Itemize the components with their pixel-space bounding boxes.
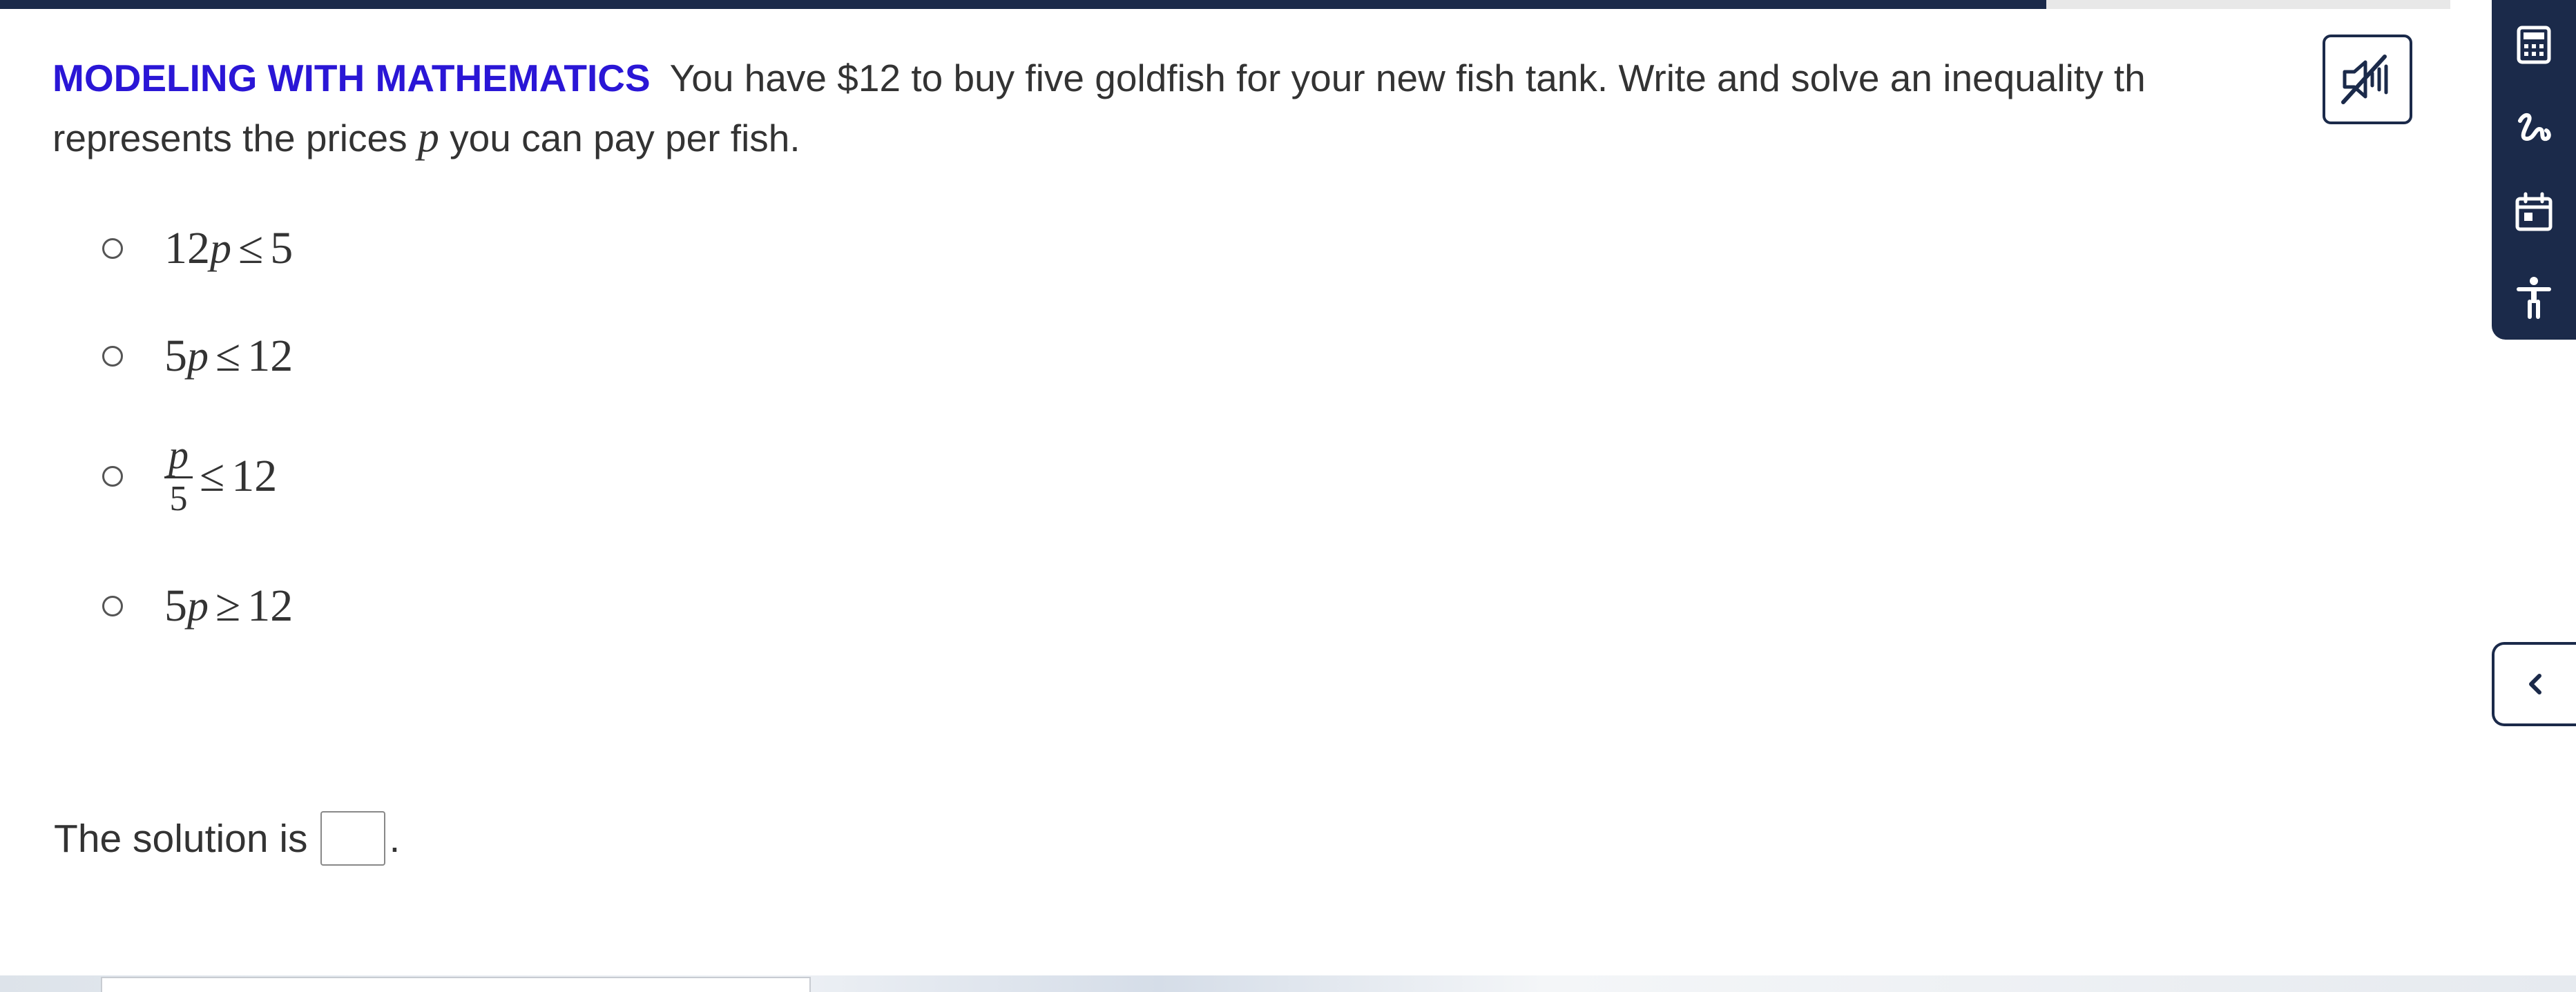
option-3-operator: ≤ [200, 450, 225, 501]
speaker-muted-icon [2341, 55, 2388, 104]
accessibility-icon [2517, 277, 2551, 319]
option-4-radio[interactable] [102, 596, 123, 616]
question-text: MODELING WITH MATHEMATICS You have $12 to… [52, 48, 2325, 168]
tools-sidebar [2492, 0, 2576, 340]
option-3-numerator: p [164, 435, 193, 478]
option-2-lhs: 5 [164, 331, 187, 381]
option-2-var: p [187, 332, 209, 380]
progress-bar [0, 0, 2450, 9]
option-3-fraction: p 5 [164, 435, 193, 517]
solution-period: . [389, 816, 401, 861]
option-3-denominator: 5 [169, 479, 188, 518]
solution-line: The solution is . [54, 811, 400, 866]
progress-bar-fill [0, 0, 2046, 9]
question-text-part3: you can pay per fish. [439, 117, 800, 159]
calculator-button[interactable] [2492, 3, 2576, 87]
option-4-lhs: 5 [164, 581, 187, 631]
option-1-operator: ≤ [238, 223, 264, 273]
question-label: MODELING WITH MATHEMATICS [52, 57, 651, 99]
option-1-lhs: 12 [164, 223, 210, 273]
calculator-icon [2517, 26, 2551, 64]
option-2-rhs: 12 [247, 331, 294, 381]
solution-answer-box[interactable] [320, 811, 385, 866]
question-text-part1: You have $12 to buy five goldfish for yo… [669, 57, 2146, 99]
option-3[interactable]: p 5 ≤12 [102, 435, 277, 517]
option-1-var: p [210, 224, 231, 272]
scribble-icon [2518, 113, 2551, 142]
solution-label: The solution is [54, 816, 308, 861]
option-2-radio[interactable] [102, 346, 123, 367]
option-1[interactable]: 12 p ≤5 [102, 222, 293, 275]
scribble-button[interactable] [2492, 86, 2576, 170]
option-4-rhs: 12 [247, 581, 294, 631]
option-4[interactable]: 5 p ≥12 [102, 580, 293, 632]
accessibility-button[interactable] [2492, 255, 2576, 340]
option-1-rhs: 5 [270, 223, 294, 273]
audio-toggle-button[interactable] [2323, 35, 2412, 124]
question-variable: p [417, 114, 439, 161]
collapse-panel-button[interactable] [2492, 642, 2576, 726]
option-3-radio[interactable] [102, 465, 123, 487]
footer-input-field[interactable] [101, 977, 811, 992]
option-4-operator: ≥ [215, 581, 241, 631]
option-2-operator: ≤ [215, 331, 241, 381]
question-text-part2: represents the prices [52, 117, 418, 159]
option-1-radio[interactable] [102, 238, 123, 259]
calendar-button[interactable] [2492, 170, 2576, 254]
chevron-left-icon [2529, 674, 2541, 694]
option-3-rhs: 12 [231, 450, 278, 501]
option-4-var: p [187, 582, 209, 630]
option-2[interactable]: 5 p ≤12 [102, 330, 293, 382]
calendar-icon [2515, 192, 2553, 231]
